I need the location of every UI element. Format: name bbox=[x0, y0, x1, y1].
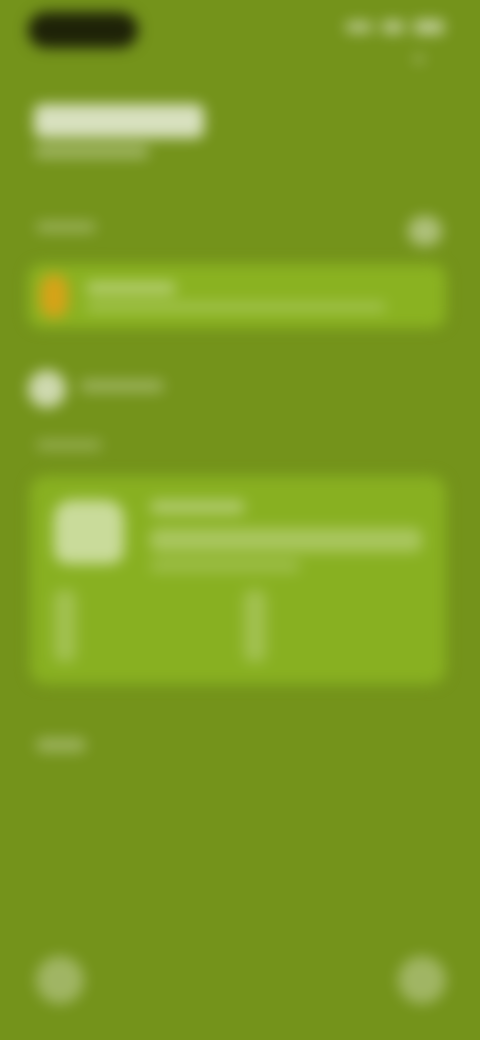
profile-name bbox=[80, 380, 164, 392]
alert-banner-title bbox=[86, 282, 176, 294]
card-body bbox=[150, 528, 422, 552]
alert-banner-text bbox=[86, 302, 386, 312]
card-column-left bbox=[54, 590, 76, 662]
avatar-icon[interactable] bbox=[28, 370, 66, 408]
alert-banner[interactable] bbox=[28, 264, 446, 328]
card-title bbox=[150, 500, 245, 514]
camera-button[interactable] bbox=[398, 956, 446, 1004]
card-detail bbox=[150, 560, 300, 572]
status-icons bbox=[346, 20, 444, 34]
status-indicator bbox=[414, 56, 424, 62]
status-pill bbox=[28, 12, 138, 48]
card-column-right bbox=[244, 590, 266, 662]
battery-icon bbox=[414, 20, 444, 34]
wifi-icon bbox=[382, 21, 404, 33]
section-label bbox=[36, 222, 96, 232]
more-link[interactable] bbox=[36, 738, 86, 752]
alert-icon bbox=[40, 274, 68, 318]
blurred-screen bbox=[0, 0, 480, 1040]
page-subtitle bbox=[34, 146, 149, 158]
flashlight-button[interactable] bbox=[36, 956, 84, 1004]
page-title bbox=[34, 104, 204, 138]
signal-icon bbox=[346, 22, 372, 32]
section-action-button[interactable] bbox=[408, 216, 442, 246]
profile-subtitle bbox=[36, 440, 102, 450]
card-icon bbox=[54, 500, 124, 564]
